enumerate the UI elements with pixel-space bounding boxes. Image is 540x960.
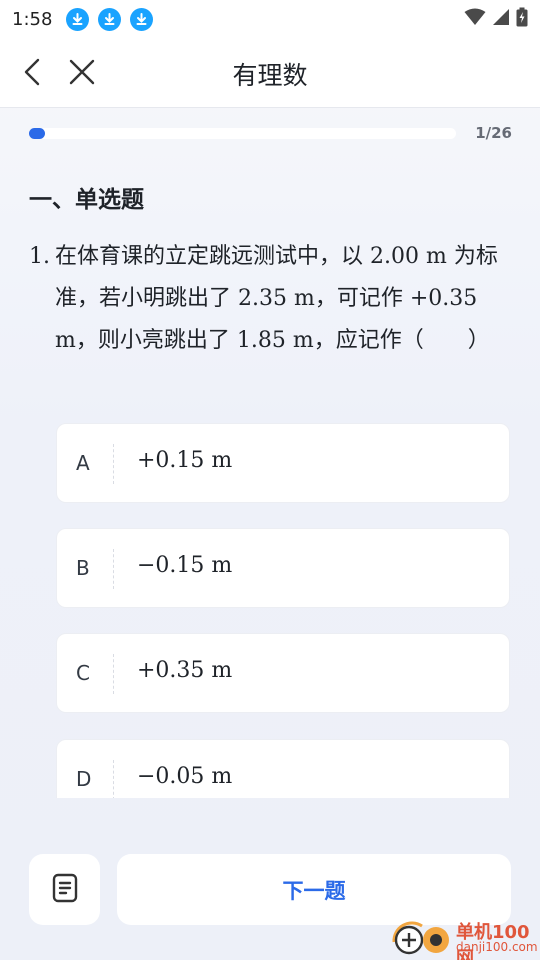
section-title: 一、单选题: [29, 187, 144, 213]
option-letter: A: [76, 451, 90, 475]
option-divider: [113, 549, 114, 589]
option-divider: [113, 760, 114, 798]
option-letter: C: [76, 661, 90, 685]
question-number: 1.: [29, 244, 50, 269]
options-list: A +0.15 m B −0.15 m C +0.35 m D −0.05 m: [56, 423, 510, 798]
option-c[interactable]: C +0.35 m: [56, 633, 510, 713]
signal-icon: [492, 8, 510, 30]
option-b[interactable]: B −0.15 m: [56, 528, 510, 608]
status-time: 1:58: [12, 8, 53, 30]
option-text: +0.35 m: [137, 658, 233, 683]
option-letter: D: [76, 767, 92, 791]
battery-charging-icon: [516, 7, 528, 31]
next-question-button[interactable]: 下一题: [117, 854, 511, 925]
status-bar: 1:58: [0, 0, 540, 38]
watermark: 单机100网 danji100.com: [392, 918, 538, 960]
answer-sheet-button[interactable]: [29, 854, 100, 925]
option-divider: [113, 444, 114, 484]
nav-bar: 有理数: [0, 38, 540, 108]
option-text: +0.15 m: [137, 448, 233, 473]
option-text: −0.15 m: [137, 553, 233, 578]
download-icon: [130, 7, 154, 31]
option-letter: B: [76, 556, 90, 580]
option-text: −0.05 m: [137, 764, 233, 789]
answer-sheet-icon: [52, 873, 78, 907]
option-divider: [113, 654, 114, 694]
progress-bar: [29, 128, 456, 139]
watermark-url: danji100.com: [456, 940, 538, 954]
wifi-icon: [464, 8, 486, 30]
option-d[interactable]: D −0.05 m: [56, 739, 510, 798]
progress-fill: [29, 128, 45, 139]
question: 1. 在体育课的立定跳远测试中，以 2.00 m 为标准，若小明跳出了 2.35…: [29, 236, 509, 362]
page-title: 有理数: [232, 61, 308, 90]
progress-label: 1/26: [475, 124, 512, 142]
download-icon: [66, 7, 90, 31]
watermark-logo-icon: [392, 921, 449, 955]
option-a[interactable]: A +0.15 m: [56, 423, 510, 503]
question-text: 在体育课的立定跳远测试中，以 2.00 m 为标准，若小明跳出了 2.35 m，…: [55, 244, 498, 353]
download-icon: [98, 7, 122, 31]
